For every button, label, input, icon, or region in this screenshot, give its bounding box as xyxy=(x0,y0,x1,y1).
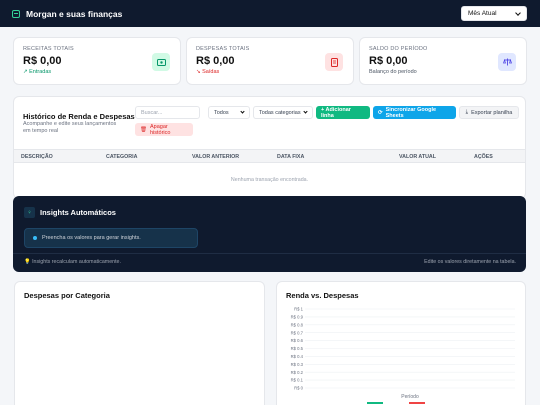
sync-label: Sincronizar Google Sheets xyxy=(385,106,437,119)
chevron-down-icon xyxy=(303,109,308,114)
y-tick-label: R$ 0.6 xyxy=(291,338,304,343)
category-chart-card: Despesas por Categoria xyxy=(14,281,265,405)
column-header: CATEGORIA xyxy=(106,154,138,160)
insight-message: Preencha os valores para gerar insights. xyxy=(42,235,141,241)
table-header: DESCRIÇÃO CATEGORIA VALOR ANTERIOR DATA … xyxy=(14,149,525,163)
insights-panel: ♀ Insights Automáticos Preencha os valor… xyxy=(13,196,526,272)
y-tick-label: R$ 0.3 xyxy=(291,362,304,367)
expense-sub: ↘ Saídas xyxy=(196,69,220,75)
trash-icon: 🗑 xyxy=(140,126,147,133)
export-spreadsheet-button[interactable]: ⤓ Exportar planilha xyxy=(459,106,519,119)
download-icon: ⤓ xyxy=(465,109,469,115)
receipt-icon xyxy=(152,53,170,71)
lightbulb-icon: ♀ xyxy=(24,207,35,218)
add-row-button[interactable]: + Adicionar linha xyxy=(316,106,370,119)
app-title: Morgan e suas finanças xyxy=(26,8,123,19)
balance-label: SALDO DO PERÍODO xyxy=(369,46,428,52)
insights-footer-left: 💡 Insights recalculam automaticamente. xyxy=(24,259,121,265)
search-input[interactable]: Buscar... xyxy=(135,106,200,119)
y-tick-label: R$ 0.8 xyxy=(291,322,304,327)
divider xyxy=(13,253,526,254)
expense-label: DESPESAS TOTAIS xyxy=(196,46,250,52)
clear-history-button[interactable]: 🗑 Apagar histórico xyxy=(135,123,193,136)
receipt-icon xyxy=(325,53,343,71)
sync-icon: ⟳ xyxy=(378,109,383,116)
income-sub: ↗ Entradas xyxy=(23,69,52,75)
insights-title: Insights Automáticos xyxy=(40,208,116,217)
scale-icon xyxy=(498,53,516,71)
column-header: DATA FIXA xyxy=(277,154,305,160)
type-filter-label: Todos xyxy=(214,109,229,116)
column-header: VALOR ATUAL xyxy=(399,154,436,160)
column-header: DESCRIÇÃO xyxy=(21,154,53,160)
empty-state: Nenhuma transação encontrada. xyxy=(230,177,309,183)
export-label: Exportar planilha xyxy=(471,109,513,116)
period-select-label: Mês Atual xyxy=(468,10,497,17)
info-dot-icon xyxy=(33,236,37,240)
x-axis-label: Período xyxy=(401,394,419,400)
balance-sub: Balanço do período xyxy=(369,69,417,75)
y-tick-label: R$ 0.2 xyxy=(291,370,304,375)
y-tick-label: R$ 1 xyxy=(294,307,304,312)
income-expense-chart-card: Renda vs. Despesas R$ 1 R$ 0.9 R$ 0.8 R$ 0.… xyxy=(276,281,526,405)
column-header: AÇÕES xyxy=(474,154,493,160)
expense-value: R$ 0,00 xyxy=(196,55,235,67)
income-card: RECEITAS TOTAIS R$ 0,00 ↗ Entradas xyxy=(13,37,181,85)
income-value: R$ 0,00 xyxy=(23,55,62,67)
clear-history-label: Apagar histórico xyxy=(149,123,171,136)
balance-card: SALDO DO PERÍODO R$ 0,00 Balanço do perí… xyxy=(359,37,527,85)
category-filter-select[interactable]: Todas categorias xyxy=(253,106,313,119)
history-title: Histórico de Renda e Despesas xyxy=(23,112,135,121)
legend-swatch xyxy=(367,402,383,404)
y-tick-label: R$ 0.9 xyxy=(291,315,304,320)
chevron-down-icon xyxy=(515,9,521,16)
y-tick-label: R$ 0.4 xyxy=(291,354,304,359)
top-bar: Morgan e suas finanças Mês Atual xyxy=(0,0,540,27)
period-select[interactable]: Mês Atual xyxy=(461,6,527,21)
history-card: Histórico de Renda e Despesas Acompanhe … xyxy=(13,96,526,199)
category-chart-title: Despesas por Categoria xyxy=(24,291,110,300)
balance-value: R$ 0,00 xyxy=(369,55,408,67)
sync-google-sheets-button[interactable]: ⟳ Sincronizar Google Sheets xyxy=(373,106,456,119)
income-label: RECEITAS TOTAIS xyxy=(23,46,74,52)
history-description: Acompanhe e edite seus lançamentos em te… xyxy=(23,121,117,134)
insight-message-box: Preencha os valores para gerar insights. xyxy=(24,228,198,248)
y-tick-label: R$ 0.5 xyxy=(291,346,304,351)
category-filter-label: Todas categorias xyxy=(259,109,301,116)
column-header: VALOR ANTERIOR xyxy=(192,154,240,160)
expense-card: DESPESAS TOTAIS R$ 0,00 ↘ Saídas xyxy=(186,37,354,85)
income-expense-chart: R$ 1 R$ 0.9 R$ 0.8 R$ 0.7 R$ 0.6 R$ 0.5 R$ 0.4… xyxy=(291,307,515,404)
y-tick-label: R$ 0.7 xyxy=(291,330,304,335)
insights-footer-right: Edite os valores diretamente na tabela. xyxy=(424,259,516,265)
legend-swatch xyxy=(409,402,425,404)
type-filter-select[interactable]: Todos xyxy=(208,106,250,119)
chevron-down-icon xyxy=(240,109,245,114)
y-tick-label: R$ 0.1 xyxy=(291,378,304,383)
wallet-icon xyxy=(12,9,20,18)
y-tick-label: R$ 0 xyxy=(294,386,304,391)
